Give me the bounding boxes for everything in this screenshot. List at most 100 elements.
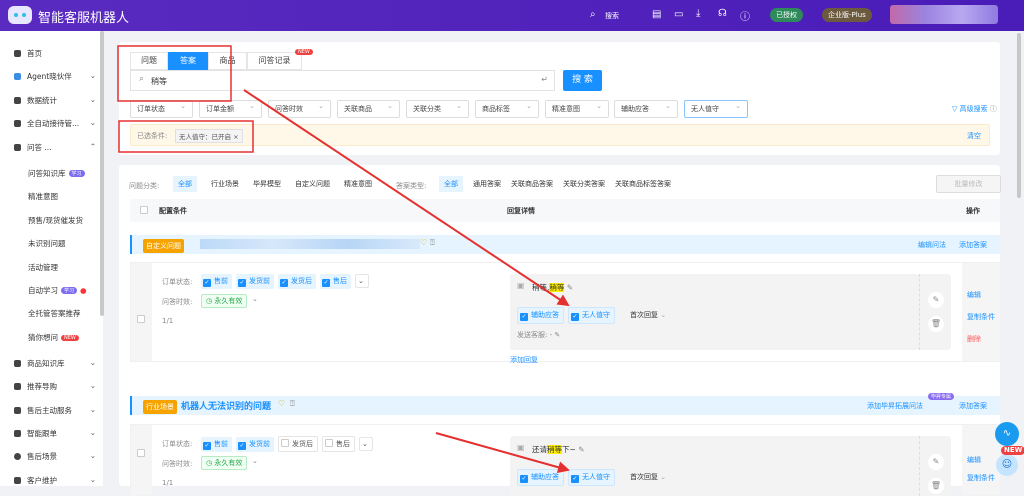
- search-button[interactable]: 搜 索: [563, 70, 602, 91]
- sidebar-item-product-knowledge[interactable]: 商品知识库 ⌄: [14, 358, 100, 369]
- expand-chevron[interactable]: ⌄: [355, 274, 369, 288]
- order-status-after-ship[interactable]: ✓ 发货后: [278, 274, 316, 289]
- tab-question[interactable]: 问题: [130, 52, 168, 70]
- validity-badge[interactable]: ◷ 永久有效: [201, 294, 248, 308]
- sidebar-item-home[interactable]: 首页: [14, 48, 100, 59]
- sidebar-item-guess[interactable]: 猜你想问 NEW: [28, 332, 114, 343]
- question-title[interactable]: 机器人无法识别的问题: [181, 399, 271, 412]
- add-reply-link[interactable]: 添加回复: [510, 355, 538, 365]
- filter-order-amount[interactable]: 订单金额: [199, 98, 262, 118]
- delete-reply-button[interactable]: 🗑: [928, 316, 944, 332]
- filter-qa-validity[interactable]: 问答时效: [268, 98, 331, 118]
- atype-tag[interactable]: 关联商品标签答案: [615, 176, 671, 192]
- delete-link[interactable]: 删除: [967, 334, 981, 344]
- qcat-industry[interactable]: 行业场景: [211, 176, 239, 192]
- user-account-blurred[interactable]: [890, 5, 998, 24]
- edit-link[interactable]: 编辑: [967, 290, 981, 300]
- tab-qa-record[interactable]: 问答记录: [247, 52, 302, 70]
- filter-assist[interactable]: 辅助应答: [614, 98, 678, 118]
- qcat-custom[interactable]: 自定义问题: [295, 176, 330, 192]
- order-status-aftersale[interactable]: 售后: [322, 436, 355, 452]
- add-answer-link[interactable]: 添加答案: [959, 401, 987, 411]
- row-checkbox[interactable]: [137, 315, 145, 323]
- batch-edit-button[interactable]: 批量修改: [936, 175, 1001, 193]
- order-status-before-ship[interactable]: ✓ 发货前: [236, 437, 274, 452]
- validity-chevron[interactable]: ⌄: [252, 457, 258, 465]
- copy-conditions-link[interactable]: 复制条件: [967, 473, 995, 483]
- edit-reply-button[interactable]: ✎: [928, 292, 944, 308]
- copy-conditions-link[interactable]: 复制条件: [967, 312, 995, 322]
- filter-unattended[interactable]: 无人值守: [684, 98, 748, 118]
- qcat-bisheng[interactable]: 毕昇模型: [253, 176, 281, 192]
- atype-product[interactable]: 关联商品答案: [511, 176, 553, 192]
- guide-icon: [14, 383, 21, 390]
- advanced-search-link[interactable]: ▽ 高级搜索 ⓘ: [952, 104, 997, 114]
- bulb-icon[interactable]: ♡: [420, 238, 427, 247]
- order-status-aftersale[interactable]: ✓ 售后: [320, 274, 351, 289]
- bulb-icon[interactable]: ♡: [278, 399, 285, 408]
- order-status-before-ship[interactable]: ✓ 发货前: [236, 274, 274, 289]
- row-checkbox[interactable]: [137, 449, 145, 457]
- selected-chip[interactable]: 无人值守：已开启 ×: [175, 129, 243, 143]
- sidebar-item-agent[interactable]: Agent晓伙伴 ⌄: [14, 71, 100, 82]
- search-icon[interactable]: ⌕: [590, 9, 596, 20]
- sidebar-item-auto-reception[interactable]: 全自动接待管... ⌄: [14, 118, 100, 129]
- reply-text: 还请稍等下~ ✎: [532, 445, 585, 454]
- edit-pencil-icon: ✎: [578, 445, 585, 454]
- sidebar-item-aftersale-scene[interactable]: 售后场景 ⌄: [14, 451, 100, 462]
- edit-link[interactable]: 编辑: [967, 455, 981, 465]
- help-icon[interactable]: ⍰: [430, 238, 435, 248]
- help-icon[interactable]: ⍰: [290, 399, 295, 409]
- header-search-button[interactable]: 搜索: [605, 11, 619, 21]
- filter-product-tag[interactable]: 商品标签: [475, 98, 539, 118]
- atype-general[interactable]: 通用答案: [473, 176, 501, 192]
- order-status-presale[interactable]: ✓ 售前: [201, 437, 232, 452]
- order-status-presale[interactable]: ✓ 售前: [201, 274, 232, 289]
- qcat-all[interactable]: 全部: [173, 176, 197, 192]
- add-answer-link[interactable]: 添加答案: [959, 240, 987, 250]
- validity-chevron[interactable]: ⌄: [252, 295, 258, 303]
- sidebar-item-recommend[interactable]: 推荐导购 ⌄: [14, 381, 100, 392]
- help-icon[interactable]: ⓘ: [740, 8, 750, 23]
- robot-assistant-icon[interactable]: ☺: [996, 454, 1018, 476]
- atype-category[interactable]: 关联分类答案: [563, 176, 605, 192]
- reply-mode-select[interactable]: 首次回复 ⌄: [630, 472, 666, 482]
- atype-all[interactable]: 全部: [439, 176, 463, 192]
- page-scrollbar[interactable]: [1017, 33, 1021, 198]
- sidebar-item-customer[interactable]: 客户维护 ⌄: [14, 475, 100, 486]
- blurred-question-title: [200, 239, 420, 249]
- sidebar-item-stats[interactable]: 数据统计 ⌄: [14, 95, 100, 106]
- tab-answer[interactable]: 答案: [168, 52, 208, 70]
- sidebar-scrollbar[interactable]: [100, 31, 104, 316]
- answer-type-filter: 全部 通用答案 关联商品答案 关联分类答案 关联商品标签答案: [439, 176, 671, 192]
- filter-order-status[interactable]: 订单状态: [130, 98, 193, 118]
- reply-mode-select[interactable]: 首次回复 ⌄: [630, 310, 666, 320]
- filter-related-category[interactable]: 关联分类: [406, 98, 469, 118]
- sidebar-item-aftersale-service[interactable]: 售后主动服务 ⌄: [14, 405, 100, 416]
- validity-badge[interactable]: ◷ 永久有效: [201, 456, 248, 470]
- assist-checkbox[interactable]: ✓ 辅助应答: [517, 469, 564, 486]
- tab-product[interactable]: 商品: [208, 52, 247, 70]
- assist-checkbox[interactable]: ✓ 辅助应答: [517, 307, 564, 324]
- headset-icon[interactable]: ☊: [718, 8, 727, 19]
- order-status-after-ship[interactable]: 发货后: [278, 436, 318, 452]
- select-all-checkbox[interactable]: [140, 206, 148, 214]
- edit-question-link[interactable]: 编辑问法: [918, 240, 946, 250]
- filter-intent[interactable]: 精准意图: [545, 98, 609, 118]
- download-icon[interactable]: ⤓: [696, 8, 700, 19]
- delete-reply-button[interactable]: 🗑: [928, 478, 944, 494]
- activity-float-icon[interactable]: ∿: [995, 422, 1019, 446]
- ticket-icon[interactable]: ▭: [674, 9, 683, 20]
- edit-reply-button[interactable]: ✎: [928, 454, 944, 470]
- add-bisheng-question-link[interactable]: 添加毕昇拓展问法: [867, 401, 923, 411]
- clear-link[interactable]: 清空: [967, 131, 981, 141]
- sidebar-item-qa[interactable]: 问答 ... ⌃: [14, 142, 100, 153]
- document-icon[interactable]: ▤: [652, 9, 661, 20]
- expand-chevron[interactable]: ⌄: [359, 437, 373, 451]
- filter-related-product[interactable]: 关联商品: [337, 98, 400, 118]
- unattended-checkbox[interactable]: ✓ 无人值守: [568, 307, 615, 324]
- qcat-intent[interactable]: 精准意图: [344, 176, 372, 192]
- search-input[interactable]: ⌕ 稍等 ↵: [130, 70, 555, 91]
- sidebar-item-order-follow[interactable]: 智能跟单 ⌄: [14, 428, 100, 439]
- unattended-checkbox[interactable]: ✓ 无人值守: [568, 469, 615, 486]
